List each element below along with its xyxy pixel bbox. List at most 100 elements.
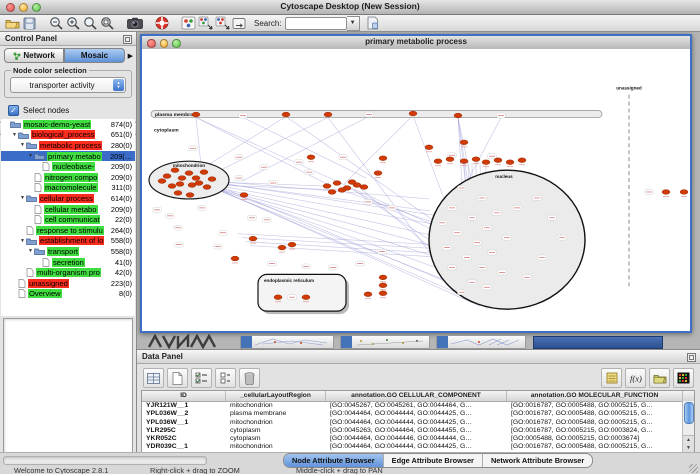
table-cell: [GO:0045263, GO:0044464, GO:0044455, G…: [326, 427, 507, 435]
expand-triangle-icon[interactable]: ▼: [19, 142, 26, 148]
expand-triangle-icon[interactable]: ▼: [11, 132, 18, 138]
table-row[interactable]: YDR039C__1mitochondrion[GO:0044464, GO:0…: [142, 443, 683, 451]
zoom-fit-icon[interactable]: [99, 16, 116, 31]
tree-item[interactable]: ▼Overview8(0): [1, 289, 135, 300]
tree-item[interactable]: ▼nitrogen compo209(0): [1, 172, 135, 183]
tree-item[interactable]: ▼metabolic process280(0): [1, 140, 135, 151]
zoom-in-icon[interactable]: [65, 16, 82, 31]
save-session-icon[interactable]: [21, 16, 38, 31]
tree-item[interactable]: ▼macromolecule311(0): [1, 183, 135, 194]
table-scrollbar[interactable]: ▲▼: [682, 401, 694, 452]
tree-item[interactable]: ▼response to stimulu264(0): [1, 225, 135, 236]
annotation-icon[interactable]: [231, 16, 248, 31]
zoom-selected-icon[interactable]: [82, 16, 99, 31]
folder-icon: [26, 194, 37, 202]
float-panel-icon[interactable]: [123, 35, 132, 44]
tree-item-count: 42(0): [115, 268, 135, 277]
delete-attribute-trash-icon[interactable]: [239, 368, 260, 388]
birdseye-view-panel[interactable]: [3, 318, 133, 453]
vizmapper-icon[interactable]: [180, 16, 197, 31]
tab-network[interactable]: Network: [4, 48, 64, 63]
tree-item[interactable]: ▼establishment of lo558(0): [1, 236, 135, 247]
col-header-region[interactable]: _cellularLayoutRegion: [226, 391, 326, 401]
search-config-icon[interactable]: [364, 16, 381, 31]
import-attributes-folder-icon[interactable]: [649, 368, 670, 388]
tree-item[interactable]: ▼primary metabo209(…: [1, 151, 135, 162]
col-header-molecular-function[interactable]: annotation.GO MOLECULAR_FUNCTION: [507, 391, 683, 401]
data-panel: Data Panel f(x) ID _cellularLayoutRegion…: [137, 349, 700, 452]
table-cell: [GO:0005488, GO:0005215, GO:0003674]: [507, 435, 683, 443]
zoom-out-icon[interactable]: [48, 16, 65, 31]
search-dropdown-button[interactable]: ▼: [347, 16, 360, 31]
table-row[interactable]: YJR121W__1mitochondrion[GO:0045267, GO:0…: [142, 402, 683, 410]
table-cell: cytoplasm: [226, 435, 326, 443]
memory-indicator-bar: [3, 456, 207, 465]
table-row[interactable]: YPL036W__2plasma membrane[GO:0044464, GO…: [142, 410, 683, 418]
background-network-doodle: [145, 334, 240, 349]
resize-grip[interactable]: [689, 464, 698, 473]
tree-item-label: nucleobase-: [52, 162, 95, 171]
background-window-2[interactable]: [340, 335, 430, 349]
float-data-panel-icon[interactable]: [687, 353, 696, 362]
help-lifering-icon[interactable]: [153, 16, 170, 31]
tree-item[interactable]: ▼cellular metabo209(0): [1, 204, 135, 215]
node-color-dropdown[interactable]: transporter activity ▲▼: [10, 77, 126, 93]
layout-network-icon[interactable]: [197, 16, 214, 31]
table-cell: YJR121W__1: [142, 402, 226, 410]
search-input[interactable]: [285, 17, 347, 30]
network-canvas[interactable]: plasma membrane cytoplasm mitochondrion …: [142, 49, 690, 331]
table-row[interactable]: YLR295Ccytoplasm[GO:0045263, GO:0044464,…: [142, 427, 683, 435]
tree-item[interactable]: ▼biological_process651(0): [1, 130, 135, 141]
file-icon: [34, 173, 42, 182]
snapshot-camera-icon[interactable]: [126, 16, 143, 31]
table-scrollbar-arrows[interactable]: ▲▼: [683, 435, 694, 452]
tree-item[interactable]: ▼cell communicat22(0): [1, 214, 135, 225]
tree-item[interactable]: ▼transport558(0): [1, 246, 135, 257]
function-builder-icon[interactable]: f(x): [625, 368, 646, 388]
tree-item-label: transport: [47, 247, 79, 256]
table-row[interactable]: YKR052Ccytoplasm[GO:0044464, GO:0044446,…: [142, 435, 683, 443]
tab-mosaic[interactable]: Mosaic: [64, 48, 124, 63]
expand-triangle-icon[interactable]: ▼: [27, 248, 34, 254]
col-header-id[interactable]: ID: [142, 391, 226, 401]
tree-item[interactable]: ▼nucleobase-209(0): [1, 161, 135, 172]
control-panel-tabs: Network Mosaic ▶: [0, 46, 136, 64]
filter-network-icon[interactable]: [214, 16, 231, 31]
tree-item[interactable]: ▼cellular process614(0): [1, 193, 135, 204]
file-icon: [34, 183, 42, 192]
unselect-attributes-icon[interactable]: [215, 368, 236, 388]
node-color-selection-label: Node color selection: [11, 66, 89, 75]
table-row[interactable]: YPL036W__1mitochondrion[GO:0044464, GO:0…: [142, 419, 683, 427]
select-attributes-icon[interactable]: [191, 368, 212, 388]
expand-triangle-icon[interactable]: ▼: [19, 195, 26, 201]
tree-item[interactable]: ▼mosaic-demo-yeast874(0): [1, 119, 135, 130]
attribute-table-icon[interactable]: [143, 368, 164, 388]
file-icon: [26, 226, 34, 235]
tree-item[interactable]: ▼unassigned223(0): [1, 278, 135, 289]
background-window-1[interactable]: [240, 335, 334, 349]
tree-item[interactable]: ▼secretion41(0): [1, 257, 135, 268]
table-scrollbar-thumb[interactable]: [684, 402, 694, 424]
new-attribute-icon[interactable]: [167, 368, 188, 388]
tree-item[interactable]: ▼multi-organism pro42(0): [1, 267, 135, 278]
attribute-notes-icon[interactable]: [601, 368, 622, 388]
network-window-titlebar[interactable]: primary metabolic process: [142, 36, 690, 50]
tab-edge-attribute-browser[interactable]: Edge Attribute Browser: [384, 454, 483, 467]
open-session-icon[interactable]: [4, 16, 21, 31]
select-nodes-checkbox[interactable]: ✓: [8, 105, 19, 116]
tab-network-attribute-browser[interactable]: Network Attribute Browser: [483, 454, 592, 467]
tab-overflow-arrow-icon[interactable]: ▶: [128, 52, 133, 60]
table-cell: YPL036W__1: [142, 419, 226, 427]
table-cell: YPL036W__2: [142, 410, 226, 418]
tree-item-label: macromolecule: [44, 183, 98, 192]
heatmap-icon[interactable]: [673, 368, 694, 388]
status-pan-hint: Middle-click + drag to PAN: [296, 466, 383, 474]
app-title: Cytoscape Desktop (New Session): [0, 1, 700, 11]
expand-triangle-icon[interactable]: ▼: [27, 153, 34, 159]
bottom-strip: Node Attribute BrowserEdge Attribute Bro…: [0, 452, 700, 474]
data-panel-header: Data Panel: [137, 350, 700, 364]
expand-triangle-icon[interactable]: ▼: [19, 238, 26, 244]
background-window-3[interactable]: [436, 335, 526, 349]
col-header-cellular-component[interactable]: annotation.GO CELLULAR_COMPONENT: [326, 391, 507, 401]
background-window-4-titlebar[interactable]: [533, 336, 663, 349]
